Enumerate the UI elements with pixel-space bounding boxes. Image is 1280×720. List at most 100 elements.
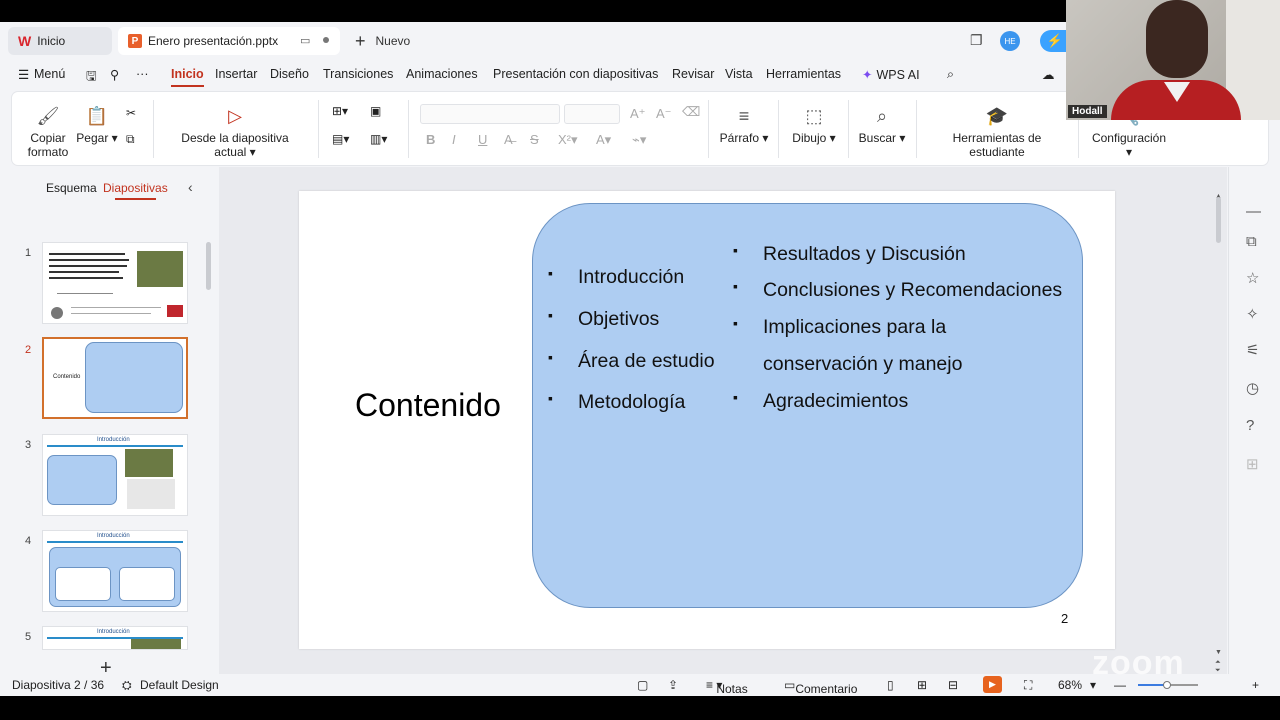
clear-format-icon[interactable]: ⌫ (682, 104, 700, 120)
print-icon[interactable]: ⚲ (110, 67, 119, 82)
menu-transiciones[interactable]: Transiciones (323, 67, 393, 81)
copy-format-label-2: formato (27, 145, 69, 159)
design-name[interactable]: Default Design (140, 678, 219, 692)
save-icon[interactable]: 🖫 (86, 67, 97, 88)
font-family-dropdown[interactable] (420, 104, 560, 124)
increase-font-icon[interactable]: A⁺ (630, 106, 646, 122)
student-tools-button[interactable]: 🎓 Herramientas de estudiante (926, 106, 1068, 159)
copy-format-button[interactable]: 🖌 Copiar formato (26, 106, 70, 159)
slide-sorter-icon[interactable]: ⊞ (917, 678, 927, 692)
menu-diseno[interactable]: Diseño (270, 67, 309, 81)
previous-slide-icon[interactable]: ⏶ (1215, 659, 1221, 667)
slides-copy-icon[interactable]: ⧉ (1246, 233, 1257, 250)
settings-label: Configuración (1091, 131, 1167, 145)
tab-outline[interactable]: Esquema (46, 181, 97, 195)
fit-window-icon[interactable]: ⛶ (1024, 678, 1032, 693)
menu-button[interactable]: Menú (34, 67, 65, 81)
menu-insertar[interactable]: Insertar (215, 67, 257, 81)
cloud-sync-icon[interactable]: ☁ (1042, 67, 1055, 82)
export-icon[interactable]: ⇪ (668, 678, 678, 692)
menu-animaciones[interactable]: Animaciones (406, 67, 478, 81)
avatar[interactable]: HE (1000, 31, 1020, 51)
paste-button[interactable]: 📋 Pegar ▾ (76, 106, 118, 145)
bullet-item: Metodología (548, 390, 685, 414)
section-icon[interactable]: ▤▾ (332, 132, 349, 146)
minus-icon[interactable]: — (1246, 203, 1261, 220)
cut-icon[interactable]: ✂ (126, 106, 136, 120)
sparkle-icon: ✦ (862, 68, 873, 82)
apps-grid-icon[interactable]: ⊞ (1246, 455, 1259, 473)
decrease-font-icon[interactable]: A⁻ (656, 106, 672, 122)
slide-thumbnail-3[interactable]: Introducción (42, 434, 188, 516)
zoom-slider[interactable] (1138, 681, 1198, 689)
slide-thumbnail-5[interactable]: Introducción (42, 626, 188, 650)
menu-herramientas[interactable]: Herramientas (766, 67, 841, 81)
menu-wps-ai[interactable]: ✦ WPS AI (862, 67, 920, 82)
layout-icon[interactable]: ▣ (370, 104, 381, 118)
thumb-rule (47, 541, 183, 543)
new-tab-button[interactable]: + Nuevo (355, 27, 410, 55)
new-slide-icon[interactable]: ⊞▾ (332, 104, 348, 118)
menu-presentacion[interactable]: Presentación con diapositivas (493, 67, 658, 81)
collapse-panel-icon[interactable]: ‹ (188, 179, 193, 195)
window-switch-icon[interactable]: ❐ (970, 32, 983, 49)
menu-vista[interactable]: Vista (725, 67, 753, 81)
scroll-down-icon[interactable]: ▼ (1215, 649, 1222, 656)
bold-icon[interactable]: B (426, 132, 435, 147)
reading-view-icon[interactable]: ⊟ (948, 678, 958, 692)
tab-slides[interactable]: Diapositivas (103, 181, 168, 200)
search-icon[interactable]: ⌕ (947, 67, 954, 82)
current-slide[interactable]: Contenido Introducción Objetivos Área de… (299, 191, 1115, 649)
menu-inicio[interactable]: Inicio (171, 67, 204, 87)
zoom-level[interactable]: 68% (1058, 678, 1082, 692)
hamburger-icon[interactable]: ☰ (18, 67, 29, 82)
zoom-in-icon[interactable]: + (1252, 678, 1259, 692)
star-icon[interactable]: ☆ (1246, 269, 1259, 287)
from-current-slide-button[interactable]: ▷ Desde la diapositiva actual ▾ (164, 106, 306, 159)
strikethrough-icon[interactable]: S (530, 132, 539, 147)
more-icon[interactable]: ··· (136, 67, 149, 81)
drawing-label: Dibujo (792, 131, 827, 145)
slideshow-play-button[interactable]: ▶ (983, 676, 1002, 693)
italic-icon[interactable]: I (452, 132, 456, 147)
canvas-scrollbar[interactable] (1216, 197, 1221, 243)
paragraph-icon: ≡ (738, 106, 750, 126)
slide-thumbnail-4[interactable]: Introducción (42, 530, 188, 612)
monitor-icon[interactable]: ▭ (300, 34, 310, 47)
adjust-sliders-icon[interactable]: ⚟ (1246, 341, 1259, 359)
tab-document[interactable]: P Enero presentación.pptx ▭ (118, 27, 340, 55)
highlight-icon[interactable]: ⌁▾ (632, 132, 646, 148)
help-icon[interactable]: ? (1246, 417, 1254, 434)
font-color-icon[interactable]: A▾ (596, 132, 611, 148)
drawing-button[interactable]: ⬚ Dibujo ▾ (788, 106, 840, 145)
institute-logo-icon (51, 307, 63, 319)
slide-thumbnail-1[interactable] (42, 242, 188, 324)
unsaved-dot-icon (323, 37, 329, 43)
slide-title[interactable]: Contenido (355, 387, 501, 424)
fit-icon[interactable]: ▢ (637, 678, 648, 692)
font-size-dropdown[interactable] (564, 104, 620, 124)
history-icon[interactable]: ◷ (1246, 379, 1259, 397)
menu-revisar[interactable]: Revisar (672, 67, 714, 81)
panel-scrollbar[interactable] (206, 242, 211, 290)
copy-icon[interactable]: ⧉ (126, 132, 135, 147)
shape-style-icon[interactable]: ✧ (1246, 305, 1259, 323)
find-button[interactable]: ⌕ Buscar ▾ (858, 106, 906, 145)
photo-thumbnail (131, 639, 181, 649)
comment-button[interactable]: ▭ Comentario (784, 678, 857, 696)
underline-icon[interactable]: U (478, 132, 487, 147)
tab-home[interactable]: W Inicio (8, 27, 112, 55)
strike-icon[interactable]: A̶ (504, 132, 513, 147)
slide-thumbnail-2[interactable]: Contenido (42, 337, 188, 419)
content-bubble[interactable]: Introducción Objetivos Área de estudio M… (532, 203, 1083, 608)
reset-icon[interactable]: ▥▾ (370, 132, 387, 146)
paragraph-button[interactable]: ≡ Párrafo ▾ (718, 106, 770, 145)
slide-page-number: 2 (1061, 611, 1069, 626)
thumb-title: Contenido (53, 374, 81, 380)
normal-view-icon[interactable]: ▯ (887, 678, 894, 692)
superscript-icon[interactable]: X²▾ (558, 132, 578, 148)
notes-button[interactable]: ≡ Notas ▾ (706, 678, 748, 696)
bird-photo-thumbnail (137, 251, 183, 287)
thumb-text-line (49, 259, 129, 261)
plus-icon: + (355, 30, 366, 51)
